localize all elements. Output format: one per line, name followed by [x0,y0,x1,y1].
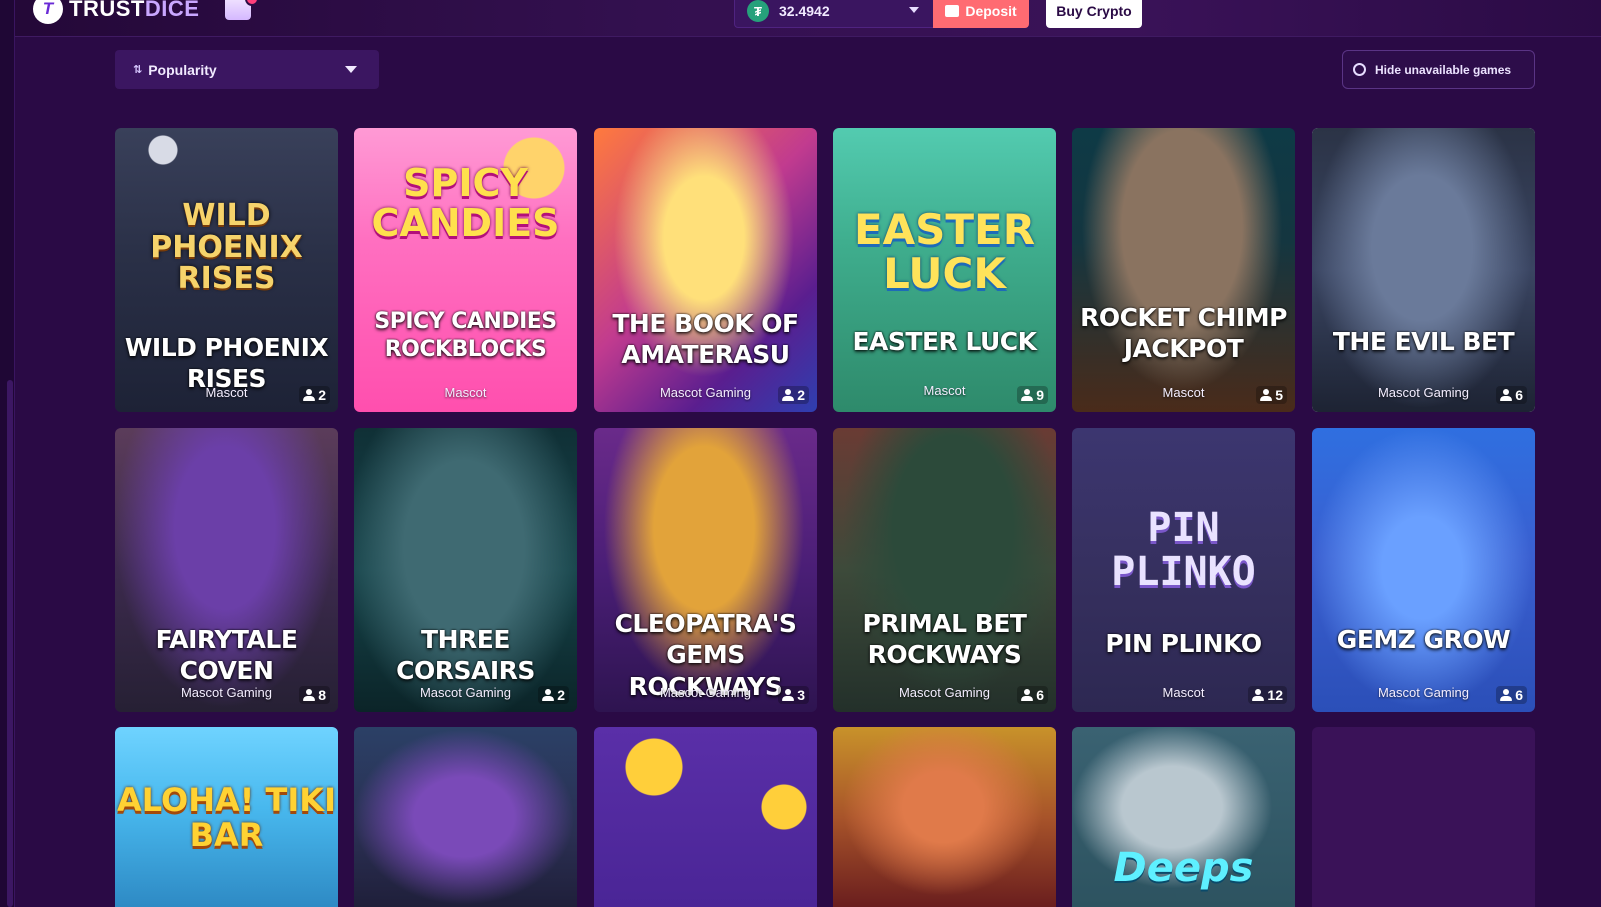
trustdice-logo-icon: T [33,0,63,24]
game-card[interactable]: THE BOOK OF AMATERASU Mascot Gaming 2 [594,128,817,412]
user-icon [1500,389,1513,401]
game-card[interactable] [354,727,577,907]
game-title: ROCKET CHIMP JACKPOT [1080,303,1287,364]
game-card[interactable]: PRIMAL BET ROCKWAYS Mascot Gaming 6 [833,428,1056,712]
game-title: EASTER LUCK [852,327,1037,356]
game-card[interactable]: CLEOPATRA'S GEMS ROCKWAYS Mascot Gaming … [594,428,817,712]
game-logo: ALOHA! TIKI BAR [117,781,336,855]
user-icon [1500,689,1513,701]
gift-icon[interactable] [225,0,259,20]
players-count: 2 [538,686,569,704]
chevron-down-icon [345,66,357,73]
game-title: PRIMAL BET ROCKWAYS [862,609,1027,670]
players-count: 6 [1496,686,1527,704]
players-count: 8 [299,686,330,704]
user-icon [1260,389,1273,401]
game-card[interactable]: ALOHA! TIKI BAR [115,727,338,907]
game-title: THE BOOK OF AMATERASU [612,309,799,370]
hide-unavailable-toggle[interactable]: Hide unavailable games [1342,50,1535,89]
players-count: 6 [1017,686,1048,704]
game-title: THREE CORSAIRS [396,625,535,686]
user-icon [542,689,555,701]
players-count: 2 [778,386,809,404]
game-logo: Spicy Candies [371,161,560,245]
players-count: 6 [1496,386,1527,404]
game-title: GEMZ GROW [1336,625,1511,654]
user-icon [303,389,316,401]
buy-crypto-button[interactable]: Buy Crypto [1046,0,1142,28]
scrollbar-thumb[interactable] [7,380,13,907]
user-icon [1021,389,1034,401]
game-title: SPICY CANDIES ROCKBLOCKS [374,309,557,362]
game-card[interactable]: Spicy Candies SPICY CANDIES ROCKBLOCKS M… [354,128,577,412]
user-icon [1021,689,1034,701]
game-card[interactable]: PIN PLINKO PIN PLINKO Mascot 12 [1072,428,1295,712]
game-title: THE EVIL BET [1332,327,1515,356]
players-count: 2 [299,386,330,404]
chevron-down-icon [909,7,919,13]
game-card[interactable] [594,727,817,907]
game-card[interactable]: FAIRYTALE COVEN Mascot Gaming 8 [115,428,338,712]
game-thumbnail [1312,428,1535,712]
tether-icon: ₮ [747,0,769,22]
game-title: PIN PLINKO [1105,629,1262,658]
game-logo: Deeps [1113,845,1254,891]
game-card[interactable]: ROCKET CHIMP JACKPOT Mascot 5 [1072,128,1295,412]
brand-name: TRUSTDICE [69,0,200,21]
user-icon [303,689,316,701]
game-card[interactable]: Deeps [1072,727,1295,907]
game-thumbnail [833,727,1056,907]
user-icon [782,389,795,401]
game-card[interactable]: THE EVIL BET Mascot Gaming 6 [1312,128,1535,412]
game-thumbnail [594,727,817,907]
brand-logo[interactable]: T TRUSTDICE [33,0,199,24]
game-title: FAIRYTALE COVEN [155,625,298,686]
sort-dropdown[interactable]: ⇅ Popularity [115,50,379,89]
user-icon [1252,689,1265,701]
players-count: 5 [1256,386,1287,404]
players-count: 3 [778,686,809,704]
radio-icon [1353,63,1366,76]
players-count: 12 [1248,686,1287,704]
game-thumbnail [1072,128,1295,412]
user-icon [782,689,795,701]
game-logo: PIN PLINKO [1111,505,1256,595]
game-card[interactable]: Wild Phoenix Rises WILD PHOENIX RISES Ma… [115,128,338,412]
game-provider: Mascot [444,385,487,400]
game-card[interactable]: Easter Luck EASTER LUCK Mascot 9 [833,128,1056,412]
deposit-button[interactable]: Deposit [933,0,1029,28]
wallet-icon [945,5,960,17]
game-card-placeholder [1312,727,1535,907]
game-thumbnail [1312,128,1535,412]
left-sidebar-rail [0,0,15,907]
sort-icon: ⇅ [133,64,143,76]
game-logo: Easter Luck [853,205,1036,299]
balance-amount: 32.4942 [779,3,830,19]
sort-selected-value: Popularity [148,61,217,78]
game-card[interactable]: THREE CORSAIRS Mascot Gaming 2 [354,428,577,712]
top-header: T TRUSTDICE ₮ 32.4942 Deposit Buy Crypto [15,0,1601,37]
game-card[interactable] [833,727,1056,907]
game-card[interactable]: GEMZ GROW Mascot Gaming 6 [1312,428,1535,712]
players-count: 9 [1017,386,1048,404]
game-thumbnail [354,727,577,907]
wallet-balance-select[interactable]: ₮ 32.4942 [734,0,934,28]
game-logo: Wild Phoenix Rises [150,198,303,296]
